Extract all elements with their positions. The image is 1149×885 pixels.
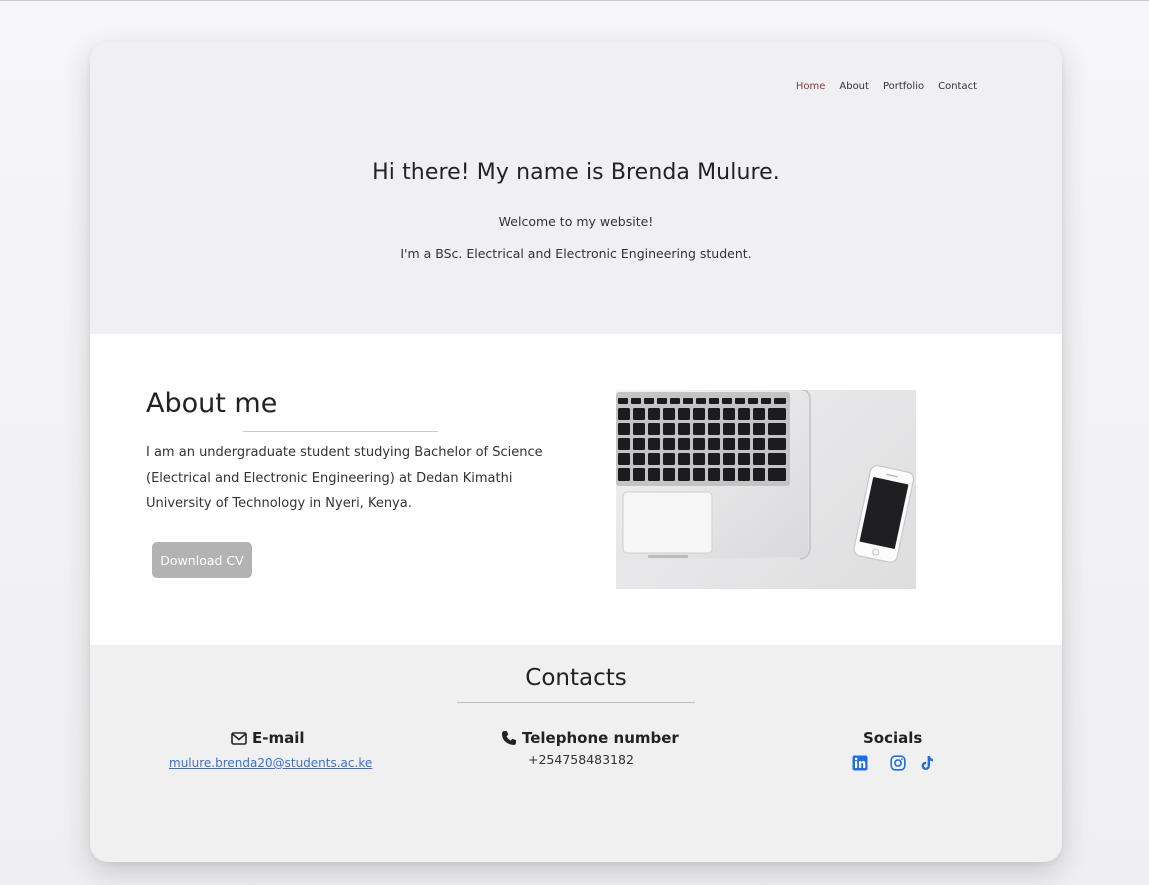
phone-title: Telephone number <box>501 729 679 747</box>
hero-welcome: Welcome to my website! <box>498 214 654 229</box>
nav-home[interactable]: Home <box>796 81 826 92</box>
about-section: About me I am an undergraduate student s… <box>90 334 1062 645</box>
hero-section: Home About Portfolio Contact Hi there! M… <box>90 42 1062 334</box>
envelope-icon <box>231 731 247 745</box>
linkedin-icon[interactable] <box>852 755 868 771</box>
about-heading: About me <box>146 388 278 419</box>
top-nav: Home About Portfolio Contact <box>796 81 977 92</box>
hero-title: Hi there! My name is Brenda Mulure. <box>372 160 780 185</box>
socials-title-label: Socials <box>863 729 923 747</box>
hero-subtitle: I'm a BSc. Electrical and Electronic Eng… <box>400 246 752 261</box>
phone-icon <box>501 731 516 745</box>
email-title: E-mail <box>231 729 305 747</box>
contacts-heading: Contacts <box>525 665 627 691</box>
browser-top-border <box>0 0 1149 1</box>
tiktok-icon[interactable] <box>919 755 935 771</box>
about-text: I am an undergraduate student studying B… <box>146 445 543 511</box>
phone-value: +254758483182 <box>528 752 634 767</box>
email-title-label: E-mail <box>252 729 305 747</box>
contacts-section: Contacts E-mail mulure.brenda20@students… <box>90 645 1062 862</box>
download-cv-button[interactable]: Download CV <box>152 542 252 578</box>
about-divider <box>243 431 438 432</box>
page-card: Home About Portfolio Contact Hi there! M… <box>90 42 1062 862</box>
laptop-phone-photo <box>616 390 916 589</box>
laptop-phone-illustration <box>616 390 915 563</box>
socials-title: Socials <box>863 729 922 747</box>
instagram-icon[interactable] <box>890 755 906 771</box>
contacts-divider <box>457 702 695 703</box>
nav-contact[interactable]: Contact <box>938 81 977 92</box>
nav-portfolio[interactable]: Portfolio <box>883 81 924 92</box>
email-link[interactable]: mulure.brenda20@students.ac.ke <box>169 756 372 770</box>
phone-title-label: Telephone number <box>522 729 679 747</box>
nav-about[interactable]: About <box>839 81 869 92</box>
